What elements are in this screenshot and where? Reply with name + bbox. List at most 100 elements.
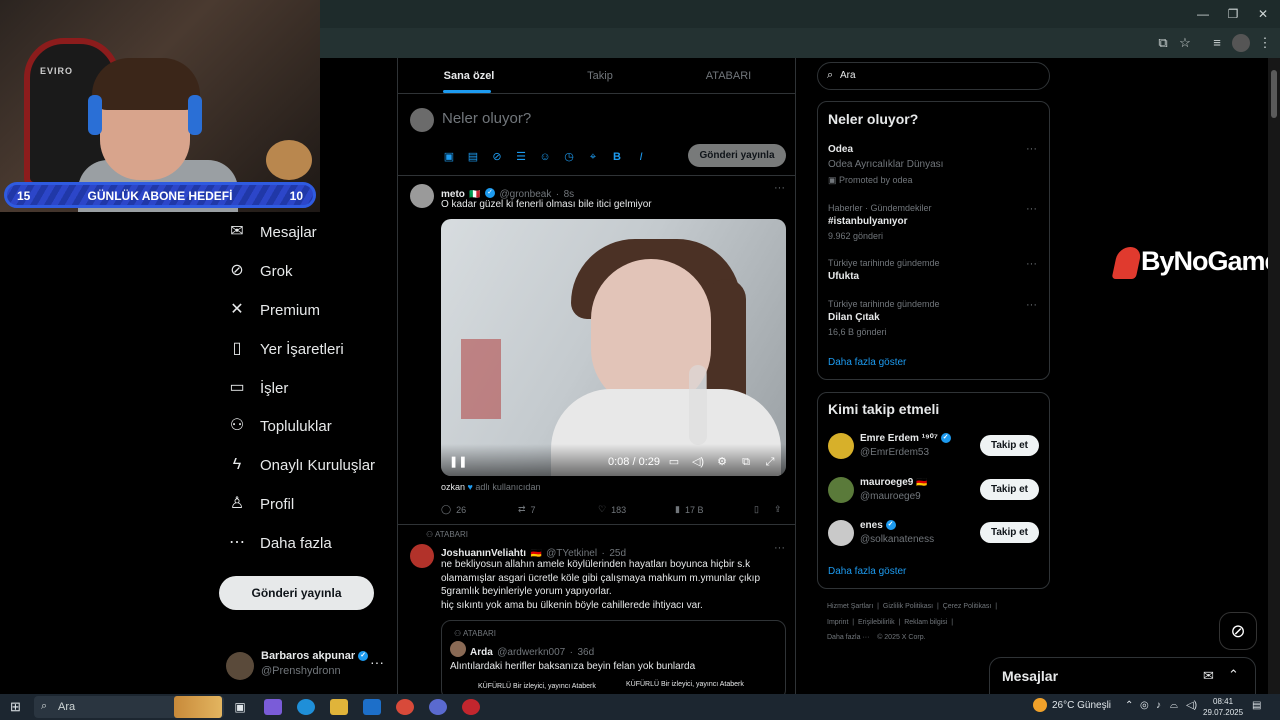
network-icon[interactable]: ⌓ xyxy=(1170,700,1178,711)
app-icon[interactable] xyxy=(429,699,447,715)
italic-icon[interactable]: I xyxy=(633,149,649,165)
grok-floating-button[interactable]: ⊘ xyxy=(1219,612,1257,650)
popout-icon[interactable]: ⧉ xyxy=(739,455,753,469)
footer-privacy[interactable]: Gizlilik Politikası xyxy=(883,603,933,610)
messages-dock[interactable]: Mesajlar ✉ ⌃ xyxy=(989,657,1256,695)
follow-button[interactable]: Takip et xyxy=(980,479,1039,500)
minimize-icon[interactable]: — xyxy=(1188,4,1218,24)
microphone-icon[interactable]: ♪ xyxy=(1156,700,1161,711)
scrollbar-thumb[interactable] xyxy=(1271,70,1277,118)
like-button[interactable]: ♡ 183 xyxy=(598,504,626,515)
account-switcher[interactable]: Barbaros akpunar ✓ @Prenshydronn ··· xyxy=(226,650,396,682)
browser-menu-icon[interactable]: ⋮ xyxy=(1256,34,1274,52)
emoji-icon[interactable]: ☺ xyxy=(537,149,553,165)
follow-button[interactable]: Takip et xyxy=(980,435,1039,456)
chrome-icon[interactable] xyxy=(396,699,414,715)
taskbar-clock[interactable]: 08:41 29.07.2025 xyxy=(1203,696,1243,718)
gif-icon[interactable]: ▤ xyxy=(465,149,481,165)
bookmark-star-icon[interactable]: ☆ xyxy=(1176,34,1194,52)
captions-icon[interactable]: ▭ xyxy=(667,455,681,469)
outlook-icon[interactable] xyxy=(363,699,381,715)
more-icon[interactable]: ··· xyxy=(774,542,785,554)
composer-post-button[interactable]: Gönderi yayınla xyxy=(688,144,786,167)
views-button[interactable]: ▮ 17 B xyxy=(675,504,703,515)
more-icon[interactable]: ··· xyxy=(1026,258,1037,270)
avatar[interactable] xyxy=(828,433,854,459)
footer-accessibility[interactable]: Erişilebilirlik xyxy=(858,619,895,626)
obs-icon[interactable] xyxy=(462,699,480,715)
tab-for-you[interactable]: Sana özel xyxy=(398,58,540,94)
chevron-up-icon[interactable]: ⌃ xyxy=(1228,667,1239,683)
schedule-icon[interactable]: ◷ xyxy=(561,149,577,165)
bold-icon[interactable]: B xyxy=(609,149,625,165)
nav-bookmarks[interactable]: ▯ Yer İşaretleri xyxy=(228,334,344,364)
poll-icon[interactable]: ☰ xyxy=(513,149,529,165)
suggestion-name[interactable]: Emre Erdem ¹⁹⁰⁷ ✓ xyxy=(860,433,951,444)
notifications-icon[interactable]: ▤ xyxy=(1252,700,1261,711)
footer-imprint[interactable]: Imprint xyxy=(827,619,848,626)
page-scrollbar[interactable] xyxy=(1268,58,1280,694)
task-view-icon[interactable]: ▣ xyxy=(231,699,249,715)
fullscreen-icon[interactable]: ⤢ xyxy=(763,455,777,469)
nav-profile[interactable]: ♙ Profil xyxy=(228,489,294,519)
bookmark-icon[interactable]: ▯ xyxy=(754,504,759,515)
nav-verified-orgs[interactable]: ϟ Onaylı Kuruluşlar xyxy=(228,450,375,480)
footer-more[interactable]: Daha fazla ··· xyxy=(827,634,869,641)
video-player[interactable]: ❚❚ 0:08 / 0:29 ▭ ◁) ⚙ ⧉ ⤢ xyxy=(441,219,786,476)
copilot-icon[interactable] xyxy=(264,699,282,715)
footer-ads-info[interactable]: Reklam bilgisi xyxy=(904,619,947,626)
pause-icon[interactable]: ❚❚ xyxy=(449,455,467,469)
suggestion-name[interactable]: enes ✓ xyxy=(860,520,896,531)
avatar[interactable] xyxy=(828,520,854,546)
location-icon[interactable]: ⌖ xyxy=(585,149,601,165)
trend-name[interactable]: Ufukta xyxy=(828,271,859,282)
tray-chevron-icon[interactable]: ⌃ xyxy=(1125,700,1133,711)
composer-input[interactable]: Neler oluyor? xyxy=(442,110,531,127)
trend-name[interactable]: Dilan Çıtak xyxy=(828,312,880,323)
show-more-link[interactable]: Daha fazla göster xyxy=(828,357,906,368)
search-input[interactable]: ⌕ Ara xyxy=(817,62,1050,90)
nav-more[interactable]: ⋯ Daha fazla xyxy=(228,528,332,558)
share-icon[interactable]: ⇪ xyxy=(774,504,782,515)
more-icon[interactable]: ··· xyxy=(1026,203,1037,215)
profile-avatar-icon[interactable] xyxy=(1232,34,1250,52)
settings-icon[interactable]: ⚙ xyxy=(715,455,729,469)
follow-button[interactable]: Takip et xyxy=(980,522,1039,543)
tab-following[interactable]: Takip xyxy=(540,58,660,94)
trend-name[interactable]: Odea xyxy=(828,144,853,155)
reading-list-icon[interactable]: ≡ xyxy=(1208,34,1226,52)
grok-icon[interactable]: ⊘ xyxy=(489,149,505,165)
install-app-icon[interactable]: ⧉ xyxy=(1154,34,1172,52)
footer-terms[interactable]: Hizmet Şartları xyxy=(827,603,873,610)
new-message-icon[interactable]: ✉ xyxy=(1203,668,1214,684)
post-button[interactable]: Gönderi yayınla xyxy=(219,576,374,610)
tab-atabari[interactable]: ATABARI xyxy=(660,58,795,94)
nav-communities[interactable]: ⚇ Topluluklar xyxy=(228,411,332,441)
more-icon[interactable]: ··· xyxy=(370,654,384,670)
file-explorer-icon[interactable] xyxy=(330,699,348,715)
credit-user[interactable]: ozkan xyxy=(441,482,465,492)
volume-icon[interactable]: ◁) xyxy=(1186,700,1197,711)
suggestion-name[interactable]: mauroege9 🇩🇪 xyxy=(860,477,927,488)
show-more-link[interactable]: Daha fazla göster xyxy=(828,566,906,577)
edge-icon[interactable] xyxy=(297,699,315,715)
more-icon[interactable]: ··· xyxy=(774,182,785,194)
tray-app-icon[interactable]: ◎ xyxy=(1140,700,1149,711)
repost-button[interactable]: ⇄ 7 xyxy=(518,504,536,515)
nav-grok[interactable]: ⊘ Grok xyxy=(228,256,292,286)
trend-name[interactable]: #istanbulyanıyor xyxy=(828,216,907,227)
avatar[interactable] xyxy=(410,184,434,208)
image-icon[interactable]: ▣ xyxy=(441,149,457,165)
nav-jobs[interactable]: ▭ İşler xyxy=(228,373,288,403)
reply-button[interactable]: ◯ 26 xyxy=(441,504,466,515)
more-icon[interactable]: ··· xyxy=(1026,143,1037,155)
footer-cookies[interactable]: Çerez Politikası xyxy=(943,603,992,610)
windows-start-icon[interactable]: ⊞ xyxy=(10,700,24,714)
volume-slider[interactable] xyxy=(689,365,707,445)
avatar[interactable] xyxy=(828,477,854,503)
nav-messages[interactable]: ✉ Mesajlar xyxy=(228,217,316,247)
close-icon[interactable]: ✕ xyxy=(1248,4,1278,24)
quoted-tweet[interactable]: ⚇ ATABARI Arda @ardwerkn007 · 36d Alıntı… xyxy=(441,620,786,694)
restore-icon[interactable]: ❐ xyxy=(1218,4,1248,24)
more-icon[interactable]: ··· xyxy=(1026,299,1037,311)
